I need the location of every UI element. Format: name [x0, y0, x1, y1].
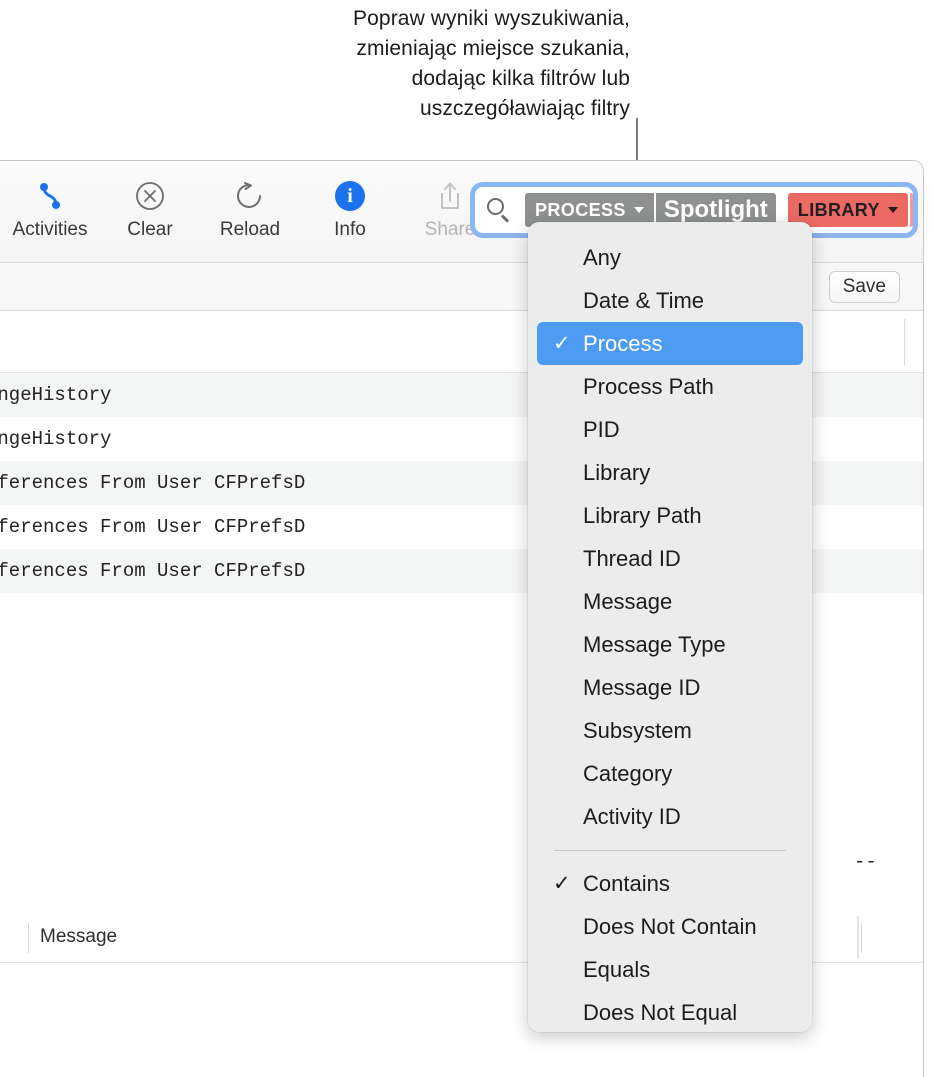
toolbar-button-group: Activities Clear Reload i Info Share	[0, 171, 500, 241]
menu-item-label: Equals	[583, 956, 651, 982]
menu-item-label: Date & Time	[583, 287, 705, 313]
menu-item-does-not-equal[interactable]: Does Not Equal	[537, 991, 803, 1034]
header-separator-left	[28, 923, 29, 953]
log-message-text: eferences From User CFPrefsD	[0, 472, 306, 494]
clear-circle-x-icon	[134, 179, 166, 213]
menu-item-subsystem[interactable]: Subsystem	[537, 709, 803, 752]
menu-separator	[554, 850, 786, 851]
menu-item-label: Process Path	[583, 373, 714, 399]
menu-item-label: PID	[583, 416, 620, 442]
menu-item-label: Library Path	[583, 502, 702, 528]
menu-check: ✓	[553, 332, 571, 355]
callout-line-1: Popraw wyniki wyszukiwania,	[353, 7, 630, 30]
toolbar-label-clear: Clear	[127, 219, 173, 240]
menu-item-process[interactable]: ✓ Process	[537, 322, 803, 365]
search-token-value-label: Spotlight	[663, 196, 768, 223]
menu-item-pid[interactable]: PID	[537, 408, 803, 451]
search-token-partial[interactable]	[909, 193, 913, 227]
menu-item-activity-id[interactable]: Activity ID	[537, 795, 803, 838]
menu-item-label: Process	[583, 330, 663, 356]
reload-arrow-icon	[234, 179, 266, 213]
save-button[interactable]: Save	[828, 271, 900, 303]
toolbar-label-reload: Reload	[219, 219, 281, 240]
log-message-text: eferences From User CFPrefsD	[0, 516, 306, 538]
menu-item-label: Message Type	[583, 631, 726, 657]
menu-item-date-time[interactable]: Date & Time	[537, 279, 803, 322]
menu-item-label: Library	[583, 459, 651, 485]
info-badge-icon: i	[335, 179, 365, 213]
toolbar-label-info: Info	[334, 219, 366, 240]
detail-empty-value: --	[854, 851, 877, 873]
toolbar-button-reload[interactable]: Reload	[200, 171, 300, 241]
share-arrow-up-icon	[435, 179, 465, 213]
menu-item-category[interactable]: Category	[537, 752, 803, 795]
menu-check: ✓	[553, 872, 571, 895]
menu-item-library[interactable]: Library	[537, 451, 803, 494]
toolbar-button-info[interactable]: i Info	[300, 171, 400, 241]
header-separator-right	[861, 923, 862, 953]
callout-line-3: dodając kilka filtrów lub	[411, 67, 630, 90]
callout-line-2: zmieniając miejsce szukania,	[356, 37, 630, 60]
log-message-text: angeHistory	[0, 384, 112, 406]
menu-item-does-not-contain[interactable]: Does Not Contain	[537, 905, 803, 948]
menu-item-label: Activity ID	[583, 803, 681, 829]
screenshot-root: Popraw wyniki wyszukiwania, zmieniając m…	[0, 0, 934, 1077]
menu-item-label: Category	[583, 760, 673, 786]
callout-annotation: Popraw wyniki wyszukiwania, zmieniając m…	[200, 4, 630, 124]
search-field-dropdown-menu[interactable]: Any Date & Time ✓ Process Process Path P…	[528, 222, 812, 1032]
menu-item-process-path[interactable]: Process Path	[537, 365, 803, 408]
search-token-process-label: PROCESS	[535, 199, 626, 220]
toolbar-button-clear[interactable]: Clear	[100, 171, 200, 241]
menu-item-label: Any	[583, 244, 621, 270]
menu-item-thread-id[interactable]: Thread ID	[537, 537, 803, 580]
chevron-down-icon[interactable]	[887, 207, 898, 213]
menu-item-library-path[interactable]: Library Path	[537, 494, 803, 537]
toolbar-button-activities[interactable]: Activities	[0, 171, 100, 241]
menu-item-label: Message ID	[583, 674, 701, 700]
menu-item-label: Does Not Equal	[583, 999, 738, 1025]
chevron-down-icon[interactable]	[633, 207, 644, 213]
menu-item-label: Message	[583, 588, 673, 614]
menu-item-label: Contains	[583, 870, 670, 896]
menu-item-any[interactable]: Any	[537, 236, 803, 279]
menu-item-contains[interactable]: ✓ Contains	[537, 862, 803, 905]
activities-icon	[35, 179, 65, 213]
search-icon	[485, 197, 511, 223]
toolbar-label-share: Share	[424, 219, 476, 240]
menu-item-label: Does Not Contain	[583, 913, 757, 939]
search-token-library-label: LIBRARY	[797, 199, 880, 220]
menu-item-equals[interactable]: Equals	[537, 948, 803, 991]
toolbar-label-activities: Activities	[12, 219, 88, 240]
callout-line-4: uszczegóławiając filtry	[419, 97, 630, 120]
detail-message-label: Message	[40, 926, 118, 947]
log-message-text: angeHistory	[0, 428, 112, 450]
search-token-library[interactable]: LIBRARY	[787, 193, 908, 227]
menu-item-message-id[interactable]: Message ID	[537, 666, 803, 709]
menu-item-label: Thread ID	[583, 545, 681, 571]
menu-item-message[interactable]: Message	[537, 580, 803, 623]
log-message-text: eferences From User CFPrefsD	[0, 560, 306, 582]
column-divider[interactable]	[904, 319, 905, 365]
menu-item-label: Subsystem	[583, 717, 692, 743]
menu-item-message-type[interactable]: Message Type	[537, 623, 803, 666]
